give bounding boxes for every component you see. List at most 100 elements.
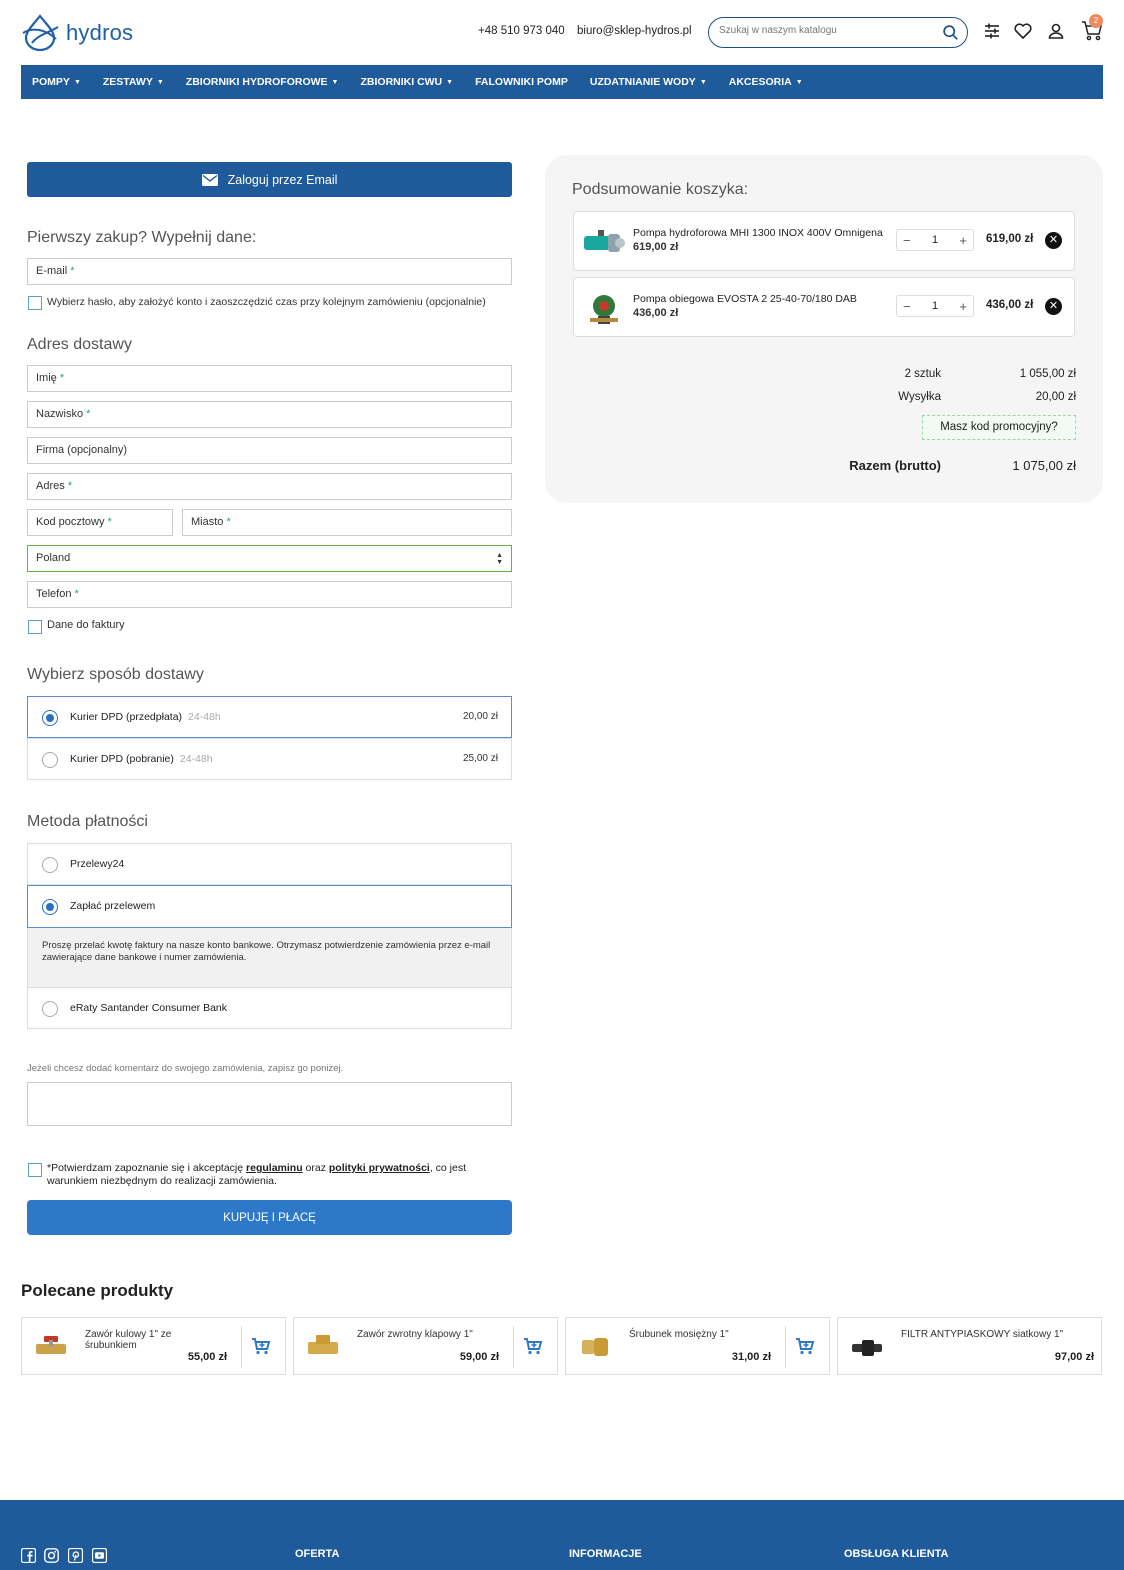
company-field[interactable]: Firma (opcjonalny) xyxy=(27,437,512,464)
payment-option-bank-transfer[interactable]: Zapłać przelewem xyxy=(27,885,512,928)
terms-privacy-policy-link[interactable]: polityki prywatności xyxy=(329,1162,430,1174)
shipping-cost: 20,00 zł xyxy=(1035,391,1076,403)
add-to-cart-icon[interactable] xyxy=(251,1337,271,1355)
required-mark: * xyxy=(226,516,231,528)
recommended-product-card[interactable]: FILTR ANTYPIASKOWY siatkowy 1" 97,00 zł xyxy=(837,1317,1102,1375)
add-to-cart-icon[interactable] xyxy=(795,1337,815,1355)
youtube-icon[interactable] xyxy=(92,1548,107,1563)
radio-button[interactable] xyxy=(42,1001,58,1017)
remove-item-icon[interactable]: ✕ xyxy=(1045,298,1062,315)
invoice-data-checkbox[interactable] xyxy=(28,620,42,634)
last-name-label: Nazwisko xyxy=(36,408,84,420)
search-input[interactable] xyxy=(719,25,934,36)
select-arrows-icon: ▲ ▼ xyxy=(496,552,503,566)
circulation-pump-image[interactable] xyxy=(582,290,626,326)
footer-heading-information: INFORMACJE xyxy=(569,1548,642,1560)
payment-option-eraty-santander[interactable]: eRaty Santander Consumer Bank xyxy=(27,987,512,1029)
shipping-option-dpd-cod[interactable]: Kurier DPD (pobranie) 24-48h 25,00 zł xyxy=(27,738,512,780)
shipping-price: 25,00 zł xyxy=(462,753,498,764)
recommended-product-card[interactable]: Zawór zwrotny klapowy 1" 59,00 zł xyxy=(293,1317,558,1375)
instagram-icon[interactable] xyxy=(44,1548,59,1563)
login-email-button[interactable]: Zaloguj przez Email xyxy=(27,162,512,197)
delivery-time: 24-48h xyxy=(188,711,221,723)
nav-item-pompy[interactable]: POMPY ▼ xyxy=(32,76,81,88)
recommended-product-card[interactable]: Zawór kulowy 1" ze śrubunkiem 55,00 zł xyxy=(21,1317,286,1375)
nav-item-akcesoria[interactable]: AKCESORIA ▼ xyxy=(729,76,803,88)
wishlist-heart-icon[interactable] xyxy=(1013,21,1033,41)
order-comment-textarea[interactable] xyxy=(27,1082,512,1126)
cart-item-name[interactable]: Pompa hydroforowa MHI 1300 INOX 400V Omn… xyxy=(633,227,893,239)
promo-code-button[interactable]: Masz kod promocyjny? xyxy=(922,415,1076,440)
shipping-price: 20,00 zł xyxy=(462,711,498,722)
radio-button-selected[interactable] xyxy=(42,710,58,726)
radio-button[interactable] xyxy=(42,857,58,873)
nav-label: ZBIORNIKI CWU xyxy=(360,76,443,88)
user-account-icon[interactable] xyxy=(1046,21,1066,41)
quantity-value[interactable]: 1 xyxy=(932,234,938,246)
site-logo[interactable]: hydros xyxy=(20,13,133,53)
pinterest-icon[interactable] xyxy=(68,1548,83,1563)
cart-item-name[interactable]: Pompa obiegowa EVOSTA 2 25-40-70/180 DAB xyxy=(633,293,893,305)
first-name-field[interactable]: Imię * xyxy=(27,365,512,392)
quantity-decrease-button[interactable]: − xyxy=(903,299,911,314)
quantity-increase-button[interactable]: + xyxy=(959,233,967,248)
chevron-down-icon: ▼ xyxy=(699,78,707,86)
terms-regulations-link[interactable]: regulaminu xyxy=(246,1162,303,1174)
terms-middle: oraz xyxy=(302,1162,329,1174)
terms-checkbox[interactable] xyxy=(28,1163,42,1177)
nav-item-zbiorniki-hydroforowe[interactable]: ZBIORNIKI HYDROFOROWE ▼ xyxy=(186,76,339,88)
divider xyxy=(513,1326,514,1368)
nav-label: FALOWNIKI POMP xyxy=(475,76,568,88)
cart-item-total: 436,00 zł xyxy=(986,299,1034,311)
sand-filter-image xyxy=(852,1340,882,1356)
email-field[interactable]: E-mail * xyxy=(27,258,512,285)
envelope-icon xyxy=(201,173,218,186)
chevron-down-icon: ▼ xyxy=(73,78,81,86)
recommended-product-price: 59,00 zł xyxy=(459,1351,499,1363)
payment-option-przelewy24[interactable]: Przelewy24 xyxy=(27,843,512,885)
cart-item-total: 619,00 zł xyxy=(986,233,1034,245)
add-to-cart-icon[interactable] xyxy=(523,1337,543,1355)
quantity-value[interactable]: 1 xyxy=(932,300,938,312)
quantity-stepper: − 1 + xyxy=(896,229,974,251)
recommended-products-title: Polecane produkty xyxy=(21,1281,174,1300)
cart-item: Pompa hydroforowa MHI 1300 INOX 400V Omn… xyxy=(573,211,1075,271)
recommended-product-price: 31,00 zł xyxy=(731,1351,771,1363)
filters-icon[interactable] xyxy=(982,21,1002,41)
create-password-checkbox[interactable] xyxy=(28,296,42,310)
header-phone[interactable]: +48 510 973 040 xyxy=(478,25,565,37)
postal-code-field[interactable]: Kod pocztowy * xyxy=(27,509,173,536)
search-icon[interactable] xyxy=(942,24,959,41)
shipping-option-dpd-prepaid[interactable]: Kurier DPD (przedpłata) 24-48h 20,00 zł xyxy=(27,696,512,738)
city-field[interactable]: Miasto * xyxy=(182,509,512,536)
cart-summary-panel: Podsumowanie koszyka: Pompa hydroforowa … xyxy=(545,155,1103,503)
terms-prefix: *Potwierdzam zapoznanie się i akceptację xyxy=(47,1162,247,1174)
buy-and-pay-button[interactable]: KUPUJĘ I PŁACĘ xyxy=(27,1200,512,1235)
delivery-time: 24-48h xyxy=(179,753,213,765)
payment-option-label: eRaty Santander Consumer Bank xyxy=(70,1002,228,1014)
postal-code-label: Kod pocztowy xyxy=(36,516,105,528)
country-select[interactable]: Poland ▲ ▼ xyxy=(27,545,512,572)
search-box xyxy=(708,17,968,48)
recommended-product-card[interactable]: Śrubunek mosiężny 1" 31,00 zł xyxy=(565,1317,830,1375)
shipping-option-name: Kurier DPD (pobranie) xyxy=(70,753,174,765)
pump-product-image[interactable] xyxy=(582,224,626,260)
facebook-icon[interactable] xyxy=(21,1548,36,1563)
nav-item-zestawy[interactable]: ZESTAWY ▼ xyxy=(103,76,164,88)
quantity-stepper: − 1 + xyxy=(896,295,974,317)
nav-item-uzdatnianie-wody[interactable]: UZDATNIANIE WODY ▼ xyxy=(590,76,707,88)
chevron-down-icon: ▼ xyxy=(156,78,164,86)
nav-item-falowniki-pomp[interactable]: FALOWNIKI POMP xyxy=(475,76,568,88)
payment-option-label: Zapłać przelewem xyxy=(70,900,156,912)
street-address-field[interactable]: Adres * xyxy=(27,473,512,500)
last-name-field[interactable]: Nazwisko * xyxy=(27,401,512,428)
quantity-decrease-button[interactable]: − xyxy=(903,233,911,248)
phone-field[interactable]: Telefon * xyxy=(27,581,512,608)
remove-item-icon[interactable]: ✕ xyxy=(1045,232,1062,249)
nav-item-zbiorniki-cwu[interactable]: ZBIORNIKI CWU ▼ xyxy=(360,76,453,88)
quantity-increase-button[interactable]: + xyxy=(959,299,967,314)
brass-union-image xyxy=(582,1338,608,1356)
header-email[interactable]: biuro@sklep-hydros.pl xyxy=(577,25,692,37)
radio-button[interactable] xyxy=(42,752,58,768)
radio-button-selected[interactable] xyxy=(42,899,58,915)
